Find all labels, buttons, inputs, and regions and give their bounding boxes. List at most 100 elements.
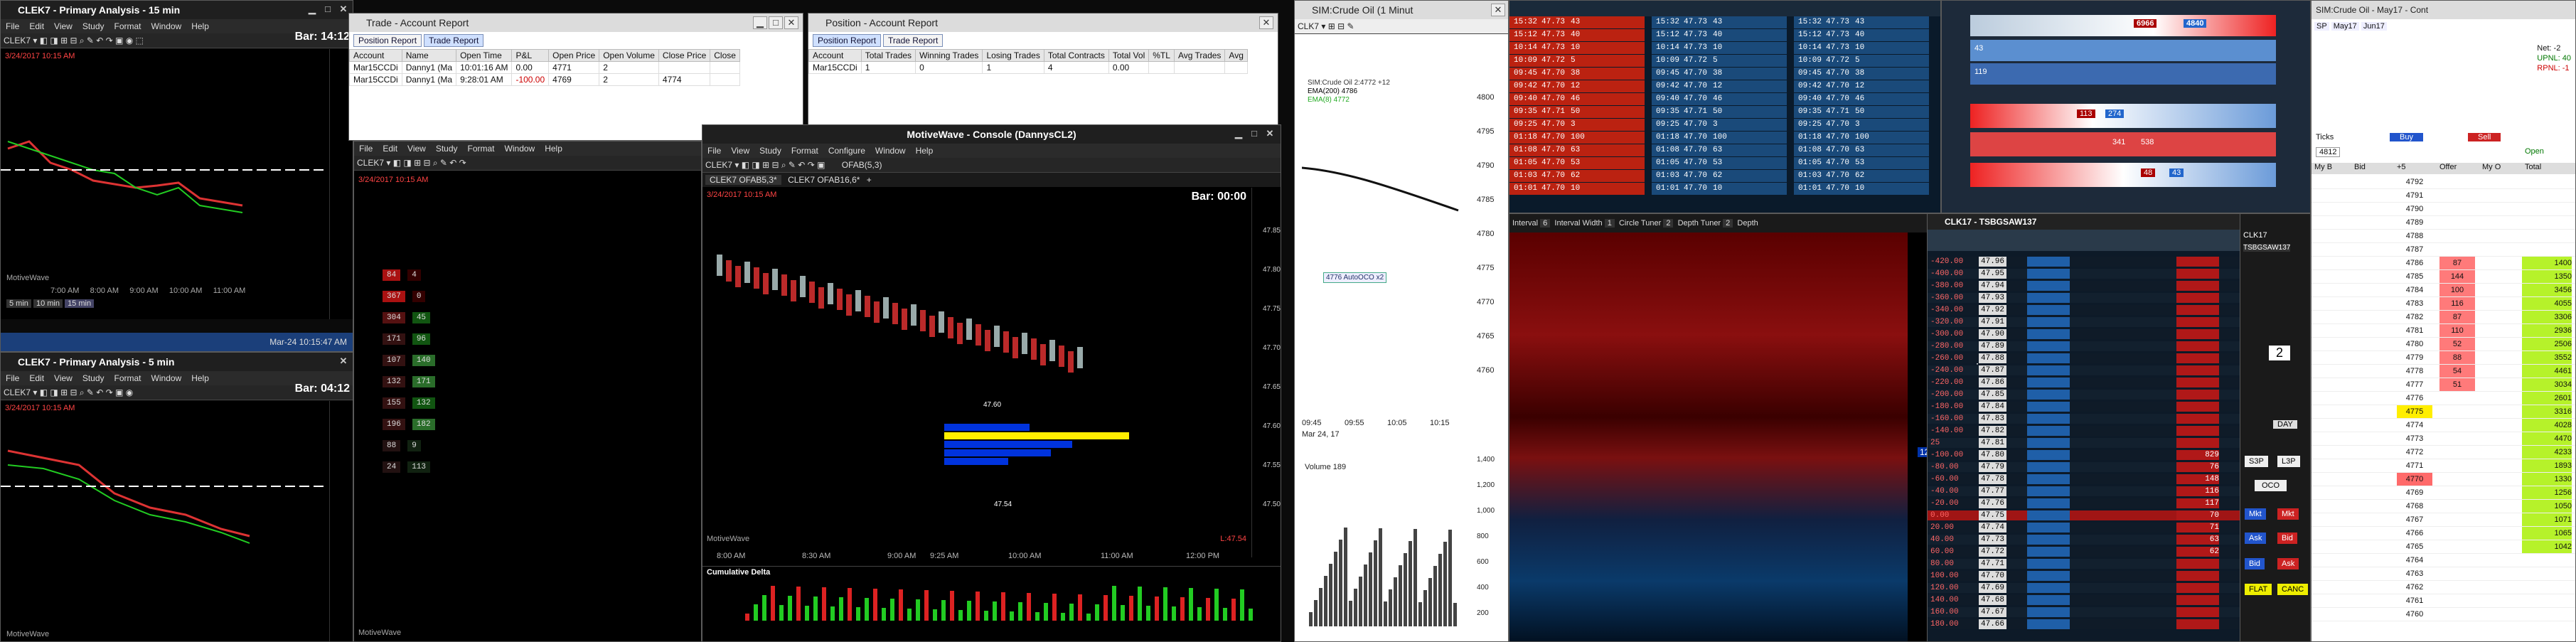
table-row[interactable]: Mar15CCDi Danny1 (Ma 9:28:01 AM -100.00 4769… — [349, 73, 740, 86]
ladder-row[interactable]: -400.00 47.95 — [1928, 269, 2245, 279]
ladder-bid-col[interactable] — [2027, 547, 2070, 557]
ladder-ask-col[interactable] — [2176, 619, 2219, 629]
circle-tuner-input[interactable]: 2 — [1663, 219, 1674, 228]
l3p-button[interactable]: L3P — [2277, 456, 2300, 467]
ladder-bid-col[interactable] — [2027, 305, 2070, 315]
ladder-row[interactable]: -220.00 47.86 — [1928, 378, 2245, 387]
ladder-row[interactable]: 120.00 47.69 — [1928, 583, 2245, 593]
ladder-ask-col[interactable] — [2176, 378, 2219, 387]
dom-offer[interactable]: 144 — [2439, 270, 2475, 283]
ladder-ask-col[interactable] — [2176, 438, 2219, 448]
table-row[interactable]: Mar15CCDi Danny1 (Ma 10:01:16 AM 0.00 4771 2 — [349, 61, 740, 74]
ladder-ask-col[interactable] — [2176, 583, 2219, 593]
dom-offer[interactable]: 116 — [2439, 297, 2475, 310]
footprint-chart[interactable]: 3/24/2017 10:15 AM Bar: 00:00 47.60 47.5… — [702, 188, 1281, 557]
menu-help[interactable]: Help — [191, 373, 209, 383]
ladder-bid-col[interactable] — [2027, 583, 2070, 593]
ladder-row[interactable]: -360.00 47.93 — [1928, 293, 2245, 303]
ladder-row[interactable]: -300.00 47.90 — [1928, 329, 2245, 339]
menu-edit[interactable]: Edit — [383, 144, 397, 154]
col-avg-trades[interactable]: Avg Trades — [1173, 49, 1226, 62]
price-chart[interactable]: 3/24/2017 10:15 AM Bar: 04:12 MotiveWave — [1, 382, 353, 641]
ladder-bid-col[interactable] — [2027, 269, 2070, 279]
ladder-ask-col[interactable]: 148 — [2176, 474, 2219, 484]
ladder-ask-col[interactable] — [2176, 390, 2219, 400]
menu-help[interactable]: Help — [545, 144, 562, 154]
dom-row[interactable]: 4763 — [2312, 567, 2575, 581]
ladder-bid-col[interactable] — [2027, 486, 2070, 496]
tab-ofab53[interactable]: CLEK7 OFAB5,3* — [705, 175, 781, 185]
ladder-bid-col[interactable] — [2027, 619, 2070, 629]
toolbar-icons[interactable]: ▾ ◧ ◨ ⊞ ⊟ ⌕ ✎ ↶ ↷ ▣ ◉ — [33, 387, 133, 397]
ladder-row[interactable]: -160.00 47.83 — [1928, 414, 2245, 424]
ladder-row[interactable]: -180.00 47.84 — [1928, 402, 2245, 412]
symbol-select[interactable]: CLEK7 — [357, 158, 384, 168]
ladder-bid-col[interactable] — [2027, 498, 2070, 508]
menu-view[interactable]: View — [731, 146, 749, 156]
symbol-select[interactable]: CLEK7 — [705, 160, 732, 170]
menu-format[interactable]: Format — [114, 373, 141, 383]
col-account[interactable]: Account — [808, 49, 862, 62]
col-total-vol[interactable]: Total Vol — [1108, 49, 1150, 62]
dom-offer[interactable]: 88 — [2439, 351, 2475, 364]
dom-row[interactable]: 4791 — [2312, 189, 2575, 203]
col-winning[interactable]: Winning Trades — [915, 49, 983, 62]
cumulative-delta-pane[interactable]: Cumulative Delta — [702, 566, 1281, 641]
ladder-bid-col[interactable] — [2027, 426, 2070, 436]
window-title-bar[interactable]: Trade - Account Report ▁ □ ✕ — [349, 14, 803, 32]
maximize-icon[interactable]: □ — [321, 4, 334, 15]
tab-ofab166[interactable]: CLEK7 OFAB16,6* — [784, 175, 864, 185]
ladder-row[interactable]: -340.00 47.92 — [1928, 305, 2245, 315]
mkt-sell-button[interactable]: Mkt — [2277, 508, 2299, 520]
study-select[interactable]: OFAB(5,3) — [842, 160, 882, 170]
toolbar-icons[interactable]: ▾ ◧ ◨ ⊞ ⊟ ⌕ ✎ ↶ ↷ ▣ ◉ ⬚ — [33, 36, 144, 46]
symbol-select[interactable]: CLK7 — [1298, 21, 1319, 31]
close-icon[interactable]: ✕ — [784, 16, 798, 29]
dom-offer[interactable]: 100 — [2439, 284, 2475, 296]
dom-offer[interactable]: 51 — [2439, 378, 2475, 391]
col-contracts[interactable]: Total Contracts — [1043, 49, 1109, 62]
order-line-label[interactable]: 4776 AutoOCO x2 — [1323, 272, 1387, 283]
menu-help[interactable]: Help — [191, 21, 209, 31]
col-name[interactable]: Name — [401, 49, 457, 62]
dom-offer[interactable]: 54 — [2439, 365, 2475, 378]
table-row[interactable]: Mar15CCDi 1 0 1 4 0.00 — [808, 61, 1248, 74]
ladder-row[interactable]: 160.00 47.67 — [1928, 607, 2245, 617]
ladder-ask-col[interactable] — [2176, 426, 2219, 436]
menu-window[interactable]: Window — [875, 146, 906, 156]
buy-button[interactable]: Buy — [2390, 133, 2423, 141]
ladder-row[interactable]: -240.00 47.87 — [1928, 365, 2245, 375]
ladder-ask-col[interactable] — [2176, 402, 2219, 412]
ladder-row[interactable]: 40.00 47.73 63 — [1928, 535, 2245, 545]
ladder-row[interactable]: 100.00 47.70 — [1928, 571, 2245, 581]
tif-select[interactable]: DAY — [2273, 420, 2297, 429]
close-icon[interactable]: ✕ — [1491, 4, 1505, 16]
ladder-ask-col[interactable] — [2176, 269, 2219, 279]
dom-offer[interactable]: 110 — [2439, 324, 2475, 337]
close-icon[interactable]: ✕ — [1259, 16, 1273, 29]
dom-row[interactable]: 4777 51 3034 — [2312, 378, 2575, 392]
ladder-ask-col[interactable] — [2176, 305, 2219, 315]
ladder-ask-col[interactable] — [2176, 607, 2219, 617]
ladder-ask-col[interactable] — [2176, 293, 2219, 303]
ladder-bid-col[interactable] — [2027, 402, 2070, 412]
ladder-ask-col[interactable]: 116 — [2176, 486, 2219, 496]
ladder-ask-col[interactable] — [2176, 281, 2219, 291]
ladder-ask-col[interactable] — [2176, 595, 2219, 605]
menu-file[interactable]: File — [359, 144, 373, 154]
ladder-bid-col[interactable] — [2027, 523, 2070, 533]
ladder-row[interactable]: 20.00 47.74 71 — [1928, 523, 2245, 533]
ladder-row[interactable]: 25 47.81 — [1928, 438, 2245, 448]
ladder-bid-col[interactable] — [2027, 341, 2070, 351]
menu-file[interactable]: File — [6, 21, 19, 31]
minimize-icon[interactable]: ▁ — [753, 16, 767, 29]
dom-row[interactable]: 4776 2601 — [2312, 392, 2575, 405]
ladder-bid-col[interactable] — [2027, 390, 2070, 400]
toolbar-icons[interactable]: ▾ ◧ ◨ ⊞ ⊟ ⌕ ✎ ↶ ↷ — [386, 158, 466, 168]
s3p-button[interactable]: S3P — [2245, 456, 2268, 467]
dom-offer[interactable]: 87 — [2439, 257, 2475, 269]
ladder-bid-col[interactable] — [2027, 365, 2070, 375]
menu-file[interactable]: File — [6, 373, 19, 383]
menu-view[interactable]: View — [407, 144, 426, 154]
add-tab-icon[interactable]: + — [867, 175, 872, 185]
